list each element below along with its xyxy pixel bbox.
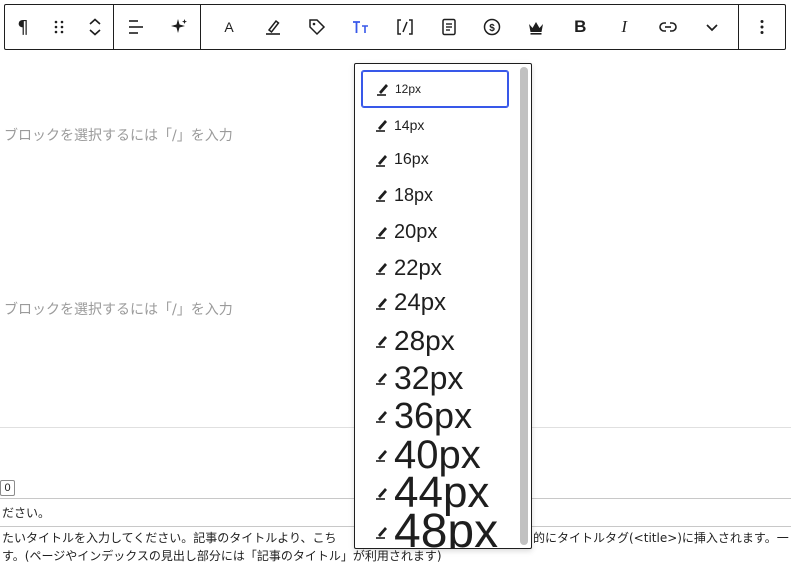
pen-icon [376,155,387,167]
font-size-option[interactable]: 18px [361,179,509,211]
pen-icon [376,450,387,462]
crown-icon [529,22,544,35]
align-button[interactable] [118,5,154,49]
pen-icon [376,336,387,348]
character-counter: 0 [0,480,15,496]
paragraph-block-button[interactable]: ¶ [5,5,41,49]
pen-icon [376,262,387,275]
note-icon [441,18,456,36]
font-size-button[interactable] [343,5,379,49]
italic-button[interactable]: I [606,5,642,49]
pen-icon [376,120,387,132]
block-placeholder[interactable]: ブロックを選択するには「/」を入力 [4,125,233,145]
font-size-option[interactable]: 20px [361,215,509,248]
pen-icon [376,226,387,239]
svg-text:$: $ [490,23,496,34]
block-toolbar: ¶ A $ B I [4,4,786,50]
font-size-option-label: 14px [394,117,425,133]
font-size-option-label: 16px [394,151,429,168]
italic-icon: I [621,17,627,36]
font-size-option[interactable]: 28px [361,323,509,359]
crown-button[interactable] [518,5,554,49]
align-left-icon [128,20,143,34]
marker-button[interactable] [255,5,291,49]
block-placeholder[interactable]: ブロックを選択するには「/」を入力 [4,299,233,319]
pen-icon [377,84,388,96]
pen-icon [376,527,387,539]
dollar-icon: $ [484,18,501,36]
ai-assist-button[interactable] [161,5,197,49]
text-color-icon: A [224,19,234,35]
pen-icon [376,488,387,500]
text-color-button[interactable]: A [211,5,247,49]
font-size-option[interactable]: 22px [361,251,509,284]
font-size-option-label: 32px [394,360,464,396]
font-size-option-label: 28px [394,325,455,356]
meta-description-line: たいタイトルを入力してください。記事のタイトルより、こち [2,531,337,545]
meta-description-line: ださい。 [2,506,51,520]
move-block-button[interactable] [77,5,113,49]
font-size-option-label: 24px [394,289,447,316]
dropdown-scrollbar-thumb[interactable] [520,67,528,545]
font-size-icon [352,21,368,33]
drag-handle-icon [54,20,64,34]
format-group: A $ B I [201,5,739,49]
font-size-option[interactable]: 24px [361,286,509,320]
inline-code-button[interactable] [387,5,423,49]
font-size-option-label: 18px [394,185,434,205]
font-size-option-label: 36px [394,395,473,436]
paragraph-icon: ¶ [17,16,29,38]
font-size-option-label: 22px [394,254,442,280]
link-button[interactable] [650,5,686,49]
tag-button[interactable] [299,5,335,49]
pen-icon [376,190,387,202]
font-size-option[interactable]: 16px [361,144,509,176]
dropdown-scrollbar[interactable] [520,67,528,545]
font-size-option[interactable]: 36px [361,396,509,436]
bold-button[interactable]: B [562,5,598,49]
drag-handle-button[interactable] [41,5,77,49]
note-button[interactable] [431,5,467,49]
marker-icon [265,19,280,35]
font-size-option[interactable]: 32px [361,359,509,397]
font-size-option[interactable]: 48px [361,505,509,549]
font-size-option-label: 12px [395,82,422,96]
meta-description-line: 的にタイトルタグ(<title>)に挿入されます。一 [533,531,789,545]
pen-icon [376,411,387,423]
meta-description-line: す。(ページやインデックスの見出し部分には「記事のタイトル」が利用されます) [2,549,442,563]
tag-icon [309,19,325,36]
chevron-down-icon [706,24,718,32]
more-vertical-icon [760,20,764,34]
bold-icon: B [574,17,587,36]
font-size-option-label: 48px [394,505,499,549]
move-up-down-icon [89,18,101,36]
more-rich-text-button[interactable] [694,5,730,49]
font-size-option-label: 20px [394,220,438,243]
block-controls-group: ¶ [5,5,114,49]
font-size-dropdown: 12px 14px 16px 18px 20px 22px 24px 28px 32px 36px… [354,63,532,549]
pen-icon [376,298,387,310]
link-icon [659,22,677,32]
options-button[interactable] [744,5,780,49]
sparkle-icon [170,19,187,33]
options-group [739,5,785,49]
font-size-option[interactable]: 14px [361,109,509,141]
alignment-group [114,5,201,49]
font-size-option[interactable]: 12px [361,70,509,108]
pen-icon [376,373,387,385]
inline-code-icon [396,19,413,35]
dollar-button[interactable]: $ [474,5,510,49]
